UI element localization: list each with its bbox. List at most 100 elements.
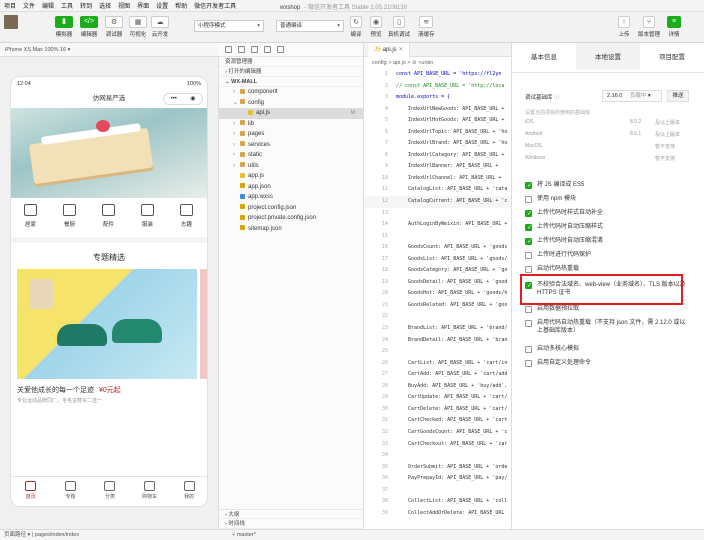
code-line[interactable]: 20 GoodsHot: API_BASE_URL + 'goods/h	[364, 288, 511, 300]
code-line[interactable]: 17 GoodsList: API_BASE_URL + 'goods/	[364, 254, 511, 266]
checkbox-icon[interactable]	[525, 196, 532, 203]
code-line[interactable]: 25	[364, 346, 511, 358]
visual-button[interactable]: ▦ 可视化	[129, 16, 147, 38]
tree-item[interactable]: › utils	[219, 161, 363, 172]
tab-local-settings[interactable]: 本地设置	[576, 43, 640, 72]
timeline-section[interactable]: › 时间线	[219, 519, 364, 529]
branch-indicator[interactable]: ⑂ master*	[232, 530, 256, 540]
code-line[interactable]: 39 CollectAddOrDelete: API_BASE_URL	[364, 508, 511, 520]
checkbox-icon[interactable]	[525, 306, 532, 313]
git-icon[interactable]	[251, 46, 258, 53]
category-home[interactable]: 居家	[11, 198, 50, 228]
push-button[interactable]: 推送	[667, 90, 689, 102]
open-editors-section[interactable]: › 打开的编辑器	[219, 67, 363, 77]
code-line[interactable]: 11 CatalogList: API_BASE_URL + 'cata	[364, 184, 511, 196]
tree-item[interactable]: › static	[219, 150, 363, 161]
setting-checkbox[interactable]: 启用数据预拉取	[525, 305, 690, 313]
upload-button[interactable]: ↑ 上传	[618, 16, 630, 38]
checkbox-icon[interactable]	[525, 252, 532, 259]
files-icon[interactable]	[225, 46, 232, 53]
menu-item[interactable]: 项目	[4, 1, 16, 10]
menu-item[interactable]: 帮助	[175, 1, 187, 10]
checkbox-icon[interactable]	[525, 210, 532, 218]
clear-cache-button[interactable]: ≋ 清缓存	[418, 16, 435, 38]
code-line[interactable]: 8 IndexUrlCategory: API_BASE_URL +	[364, 150, 511, 162]
tree-item[interactable]: sitemap.json	[219, 224, 363, 235]
tree-item[interactable]: › lib	[219, 119, 363, 130]
help-icon[interactable]: ⓘ	[554, 95, 560, 101]
code-line[interactable]: 34	[364, 450, 511, 462]
debug-icon[interactable]	[264, 46, 271, 53]
code-line[interactable]: 27 CartAdd: API_BASE_URL + 'cart/add	[364, 369, 511, 381]
device-select[interactable]: iPhone XS Max 100% 16 ▾	[0, 43, 219, 57]
menu-item[interactable]: 界面	[137, 1, 149, 10]
checkbox-icon[interactable]	[525, 224, 532, 232]
category-clothing[interactable]: 服装	[128, 198, 167, 228]
code-line[interactable]: 5 IndexUrlHotGoods: API_BASE_URL +	[364, 115, 511, 127]
setting-checkbox[interactable]: 上传代码时自动压缩混淆	[525, 237, 690, 246]
tab-me[interactable]: 我的	[169, 477, 207, 506]
tree-item[interactable]: app.js	[219, 171, 363, 182]
tab-project-config[interactable]: 项目配置	[640, 43, 704, 72]
close-target-icon[interactable]: ◉	[190, 94, 195, 104]
category-kitchen[interactable]: 餐厨	[50, 198, 89, 228]
tab-category[interactable]: 分类	[90, 477, 130, 506]
menu-item[interactable]: 文件	[23, 1, 35, 10]
setting-checkbox[interactable]: 启用自定义处理命令	[525, 359, 690, 367]
code-line[interactable]: 31 CartChecked: API_BASE_URL + 'cart	[364, 415, 511, 427]
topic-card[interactable]	[17, 269, 207, 379]
compile-select[interactable]: 普通编译	[276, 20, 344, 32]
debugger-button[interactable]: ⚙ 调试器	[105, 16, 123, 38]
code-line[interactable]: 19 GoodsDetail: API_BASE_URL + 'good	[364, 277, 511, 289]
search-icon[interactable]	[238, 46, 245, 53]
code-line[interactable]: 6 IndexUrlTopic: API_BASE_URL + 'ho	[364, 127, 511, 139]
project-section[interactable]: ⌄ WX-MALL	[219, 77, 363, 87]
setting-checkbox[interactable]: 使用 npm 模块	[525, 195, 690, 203]
checkbox-icon[interactable]	[525, 346, 532, 353]
checkbox-icon[interactable]	[525, 320, 532, 327]
menu-item[interactable]: 设置	[156, 1, 168, 10]
code-line[interactable]: 38 CollectList: API_BASE_URL + 'coll	[364, 496, 511, 508]
checkbox-icon[interactable]	[525, 266, 532, 273]
code-line[interactable]: 7 IndexUrlBrand: API_BASE_URL + 'ho	[364, 138, 511, 150]
breadcrumb[interactable]: config > api.js > ⊘ <unkn	[364, 57, 511, 69]
setting-checkbox[interactable]: 上传时进行代码保护	[525, 251, 690, 259]
avatar[interactable]	[4, 15, 18, 29]
outline-section[interactable]: › 大纲	[219, 509, 364, 519]
page-path[interactable]: 页面路径 ▾ | pages/index/index	[4, 530, 79, 540]
topic-info[interactable]: 关爱他成长的每一个足迹 ¥0元起	[11, 379, 207, 395]
code-line[interactable]: 24 BrandDetail: API_BASE_URL + 'bran	[364, 335, 511, 347]
code-line[interactable]: 18 GoodsCategory: API_BASE_URL + 'go	[364, 265, 511, 277]
menu-item[interactable]: 转到	[80, 1, 92, 10]
code-line[interactable]: 10 IndexUrlChannel: API_BASE_URL +	[364, 173, 511, 185]
compile-button[interactable]: ↻ 编译	[350, 16, 362, 38]
version-button[interactable]: ⑂ 版本管理	[638, 16, 660, 38]
checkbox-icon[interactable]	[525, 360, 532, 367]
checkbox-icon[interactable]	[525, 238, 532, 246]
code-line[interactable]: 1 const API_BASE_URL = 'https://fl2yn	[364, 69, 511, 81]
setting-checkbox[interactable]: 上传代码时样式自动补全	[525, 209, 690, 218]
simulator-button[interactable]: ▮ 模拟器	[55, 16, 73, 38]
tree-item[interactable]: project.config.json	[219, 203, 363, 214]
menu-item[interactable]: 选择	[99, 1, 111, 10]
code-line[interactable]: 21 GoodsRelated: API_BASE_URL + 'goo	[364, 300, 511, 312]
setting-checkbox[interactable]: 将 JS 编译成 ES5	[525, 181, 690, 190]
extensions-icon[interactable]	[277, 46, 284, 53]
setting-checkbox[interactable]: 上传代码时自动压缩样式	[525, 223, 690, 232]
tree-item[interactable]: ⌄ config	[219, 98, 363, 109]
capsule-button[interactable]: ••• ◉	[163, 93, 203, 105]
tab-cart[interactable]: 购物车	[130, 477, 170, 506]
code-line[interactable]: 33 CartCheckout: API_BASE_URL + 'car	[364, 439, 511, 451]
tab-topic[interactable]: 专题	[51, 477, 91, 506]
tab-api-js[interactable]: JS api.js ✕	[368, 43, 411, 57]
setting-checkbox[interactable]: 启用代码自动热重载（不支持 json 文件，需 2.12.0 或以上基础库版本）	[525, 319, 690, 335]
menu-item[interactable]: 工具	[61, 1, 73, 10]
mode-select[interactable]: 小程序模式	[194, 20, 264, 32]
code-line[interactable]: 23 BrandList: API_BASE_URL + 'brand/	[364, 323, 511, 335]
code-line[interactable]: 37	[364, 485, 511, 497]
tree-item[interactable]: app.json	[219, 182, 363, 193]
real-debug-button[interactable]: ▯ 真机调试	[388, 16, 410, 38]
setting-checkbox[interactable]: 启动多核心模拟	[525, 345, 690, 353]
editor-button[interactable]: </> 编辑器	[80, 16, 98, 38]
menu-item[interactable]: 编辑	[42, 1, 54, 10]
